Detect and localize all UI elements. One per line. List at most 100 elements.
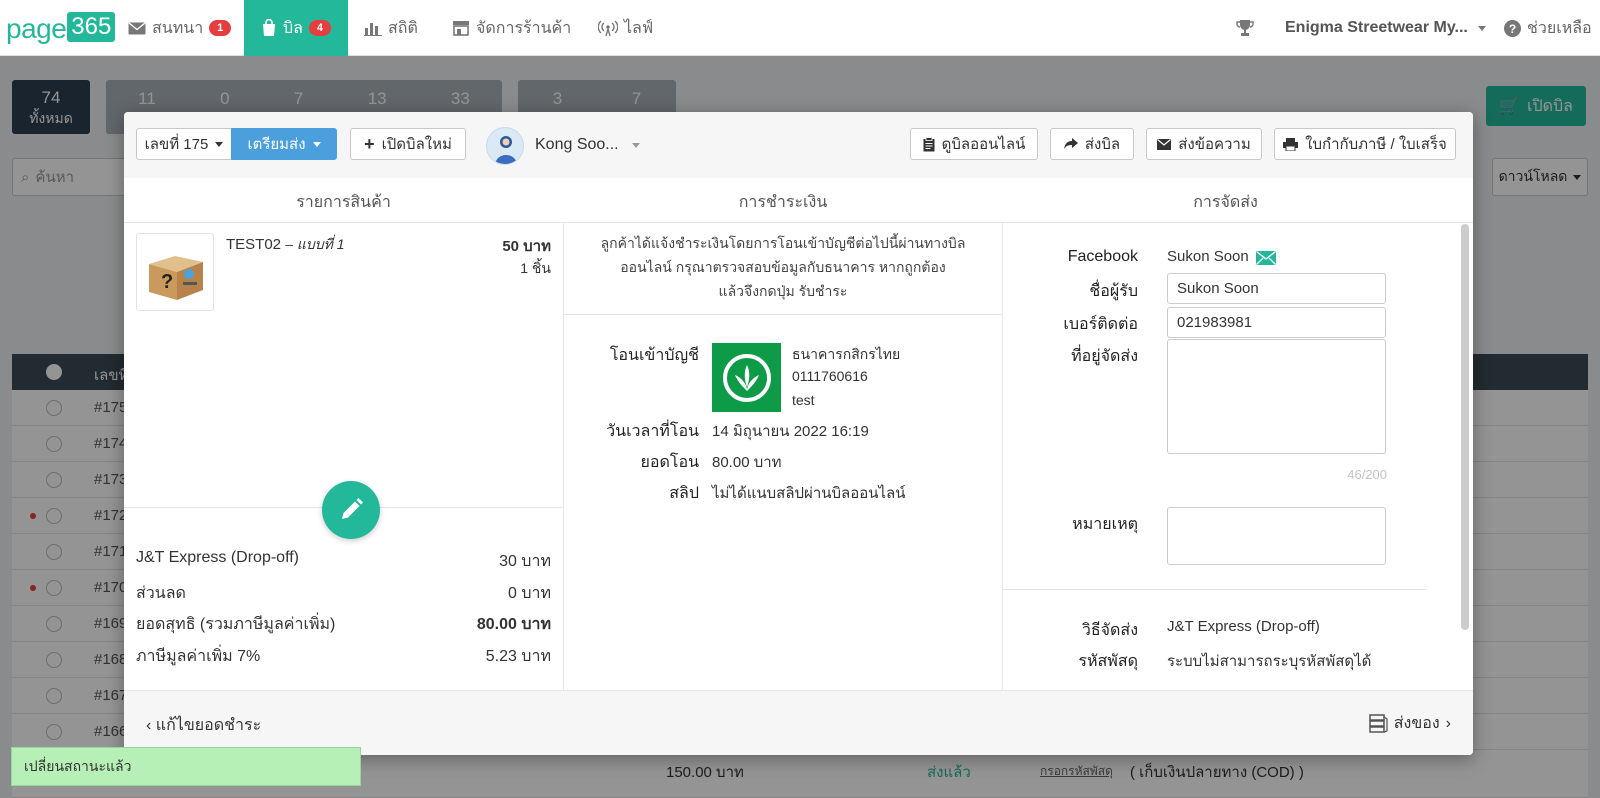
store-icon <box>453 21 469 36</box>
column-divider <box>1002 223 1003 690</box>
payment-notice-line: แล้วจึงกดปุ่ม รับชำระ <box>718 283 848 299</box>
tax-invoice-button[interactable]: ใบกำกับภาษี / ใบเสร็จ <box>1274 128 1456 160</box>
edit-payment-button[interactable]: ‹ แก้ไขยอดชำระ <box>146 713 261 738</box>
shipping-divider <box>1003 589 1427 590</box>
modal-footer: ‹ แก้ไขยอดชำระ ส่งของ › <box>124 690 1473 755</box>
shipping-fee-label: J&T Express (Drop-off) <box>136 549 300 566</box>
product-title[interactable]: TEST02 – แบบที่ 1 <box>226 234 345 256</box>
chevron-down-icon <box>215 141 224 147</box>
facebook-label: Facebook <box>1067 248 1138 265</box>
help-button[interactable]: ? ช่วยเหลือ <box>1504 0 1592 56</box>
chevron-down-icon <box>1477 25 1486 31</box>
payment-notice-line: ลูกค้าได้แจ้งชำระเงินโดยการโอนเข้าบัญชีต… <box>600 235 966 251</box>
chevron-down-icon <box>312 141 321 147</box>
page365-logo[interactable]: page 365 <box>6 12 116 48</box>
transfer-time-value: 14 มิถุนายน 2022 16:19 <box>712 423 869 440</box>
note-textarea[interactable] <box>1167 507 1386 565</box>
bar-chart-icon <box>364 23 382 36</box>
transfer-amount-value: 80.00 บาท <box>712 454 782 471</box>
nav-chat[interactable]: สนทนา 1 <box>128 0 232 56</box>
shop-name: Enigma Streetwear My... <box>1285 19 1468 36</box>
address-textarea[interactable] <box>1167 339 1386 454</box>
nav-live-label: ไลฟ์ <box>624 19 654 37</box>
view-online-bill-button[interactable]: ดูบิลออนไลน์ <box>910 128 1038 160</box>
shop-selector[interactable]: Enigma Streetwear My... <box>1285 0 1486 56</box>
bill-modal: เลขที่ 175 เตรียมส่ง + เปิดบิลใหม่ Kong … <box>124 112 1473 755</box>
discount-label: ส่วนลด <box>136 585 186 602</box>
nav-bills[interactable]: บิล 4 <box>244 0 348 56</box>
edit-payment-label: แก้ไขยอดชำระ <box>155 717 262 734</box>
phone-input[interactable]: 021983981 <box>1167 307 1386 338</box>
status-dropdown[interactable]: เตรียมส่ง <box>231 128 337 160</box>
account-label: โอนเข้าบัญชี <box>609 347 699 364</box>
messenger-envelope-icon[interactable] <box>1256 251 1276 265</box>
recipient-name-input[interactable]: Sukon Soon <box>1167 273 1386 304</box>
new-bill-button[interactable]: + เปิดบิลใหม่ <box>350 128 466 160</box>
payment-column-header: การชำระเงิน <box>738 194 828 211</box>
nav-store-label: จัดการร้านค้า <box>476 19 572 37</box>
edit-products-button[interactable] <box>322 481 380 539</box>
shipping-column-header: การจัดส่ง <box>1193 194 1258 211</box>
vat-label: ภาษีมูลค่าเพิ่ม 7% <box>136 648 261 665</box>
envelope-icon <box>1157 138 1172 150</box>
help-icon: ? <box>1504 19 1521 37</box>
net-total-label: ยอดสุทธิ (รวมภาษีมูลค่าเพิ่ม) <box>136 616 336 633</box>
toast-message: เปลี่ยนสถานะแล้ว <box>24 757 132 774</box>
clipboard-icon <box>923 136 935 151</box>
status-changed-toast: เปลี่ยนสถานะแล้ว <box>11 747 361 786</box>
transfer-amount-label: ยอดโอน <box>640 454 699 471</box>
shipping-fee-value: 30 บาท <box>499 553 551 570</box>
printer-icon <box>1283 137 1299 151</box>
bill-number-dropdown[interactable]: เลขที่ 175 <box>136 128 232 160</box>
plus-icon: + <box>364 133 375 154</box>
account-number: 0111760616 <box>792 368 868 384</box>
products-column-header: รายการสินค้า <box>296 194 391 211</box>
product-variant: – แบบที่ 1 <box>285 236 345 252</box>
facebook-name[interactable]: Sukon Soon <box>1167 248 1249 265</box>
send-bill-button[interactable]: ส่งบิล <box>1050 128 1134 160</box>
trophy-button[interactable] <box>1236 0 1254 56</box>
send-bill-label: ส่งบิล <box>1084 136 1121 153</box>
help-label: ช่วยเหลือ <box>1527 19 1592 37</box>
address-char-count: 46/200 <box>1347 467 1387 482</box>
send-message-button[interactable]: ส่งข้อความ <box>1146 128 1262 160</box>
product-quantity: 1 ชิ้น <box>520 260 551 276</box>
svg-text:?: ? <box>1509 22 1516 36</box>
bank-name: ธนาคารกสิกรไทย <box>792 346 901 362</box>
payment-divider <box>564 314 1002 315</box>
ship-order-button[interactable]: ส่งของ › <box>1368 711 1451 736</box>
chevron-left-icon: ‹ <box>146 717 156 734</box>
broadcast-icon <box>598 20 618 36</box>
logo-number: 365 <box>67 12 116 42</box>
shipping-scrollbar[interactable] <box>1461 224 1469 630</box>
bills-badge: 4 <box>308 20 331 36</box>
discount-value: 0 บาท <box>507 585 551 602</box>
vat-value: 5.23 บาท <box>485 648 551 665</box>
slip-label: สลิป <box>669 485 699 502</box>
nav-bills-label: บิล <box>283 19 303 37</box>
net-total-value: 80.00 บาท <box>476 616 551 633</box>
nav-store[interactable]: จัดการร้านค้า <box>452 0 571 56</box>
product-name: TEST02 <box>226 236 282 253</box>
share-arrow-icon <box>1063 138 1078 149</box>
status-label: เตรียมส่ง <box>247 136 306 153</box>
tax-invoice-label: ใบกำกับภาษี / ใบเสร็จ <box>1305 136 1447 153</box>
kasikorn-bank-logo <box>712 343 781 412</box>
nav-stats[interactable]: สถิติ <box>364 0 418 56</box>
product-image[interactable]: ? <box>136 233 214 311</box>
chevron-down-icon[interactable] <box>632 143 640 148</box>
chat-badge: 1 <box>209 20 232 36</box>
recipient-label: ชื่อผู้รับ <box>1089 283 1138 300</box>
nav-live[interactable]: ไลฟ์ <box>598 0 653 56</box>
customer-name[interactable]: Kong Soo... <box>535 136 619 154</box>
transfer-time-label: วันเวลาที่โอน <box>606 423 699 440</box>
address-label: ที่อยู่จัดส่ง <box>1071 348 1138 365</box>
product-price: 50 บาท <box>502 238 551 255</box>
stacked-boxes-icon <box>1368 713 1388 733</box>
column-headers: รายการสินค้า การชำระเงิน การจัดส่ง <box>124 178 1473 223</box>
avatar[interactable] <box>486 127 524 165</box>
modal-header: เลขที่ 175 เตรียมส่ง + เปิดบิลใหม่ Kong … <box>124 112 1473 178</box>
view-online-label: ดูบิลออนไลน์ <box>941 136 1026 153</box>
phone-label: เบอร์ติดต่อ <box>1063 316 1138 333</box>
logo-text: page <box>6 13 67 44</box>
